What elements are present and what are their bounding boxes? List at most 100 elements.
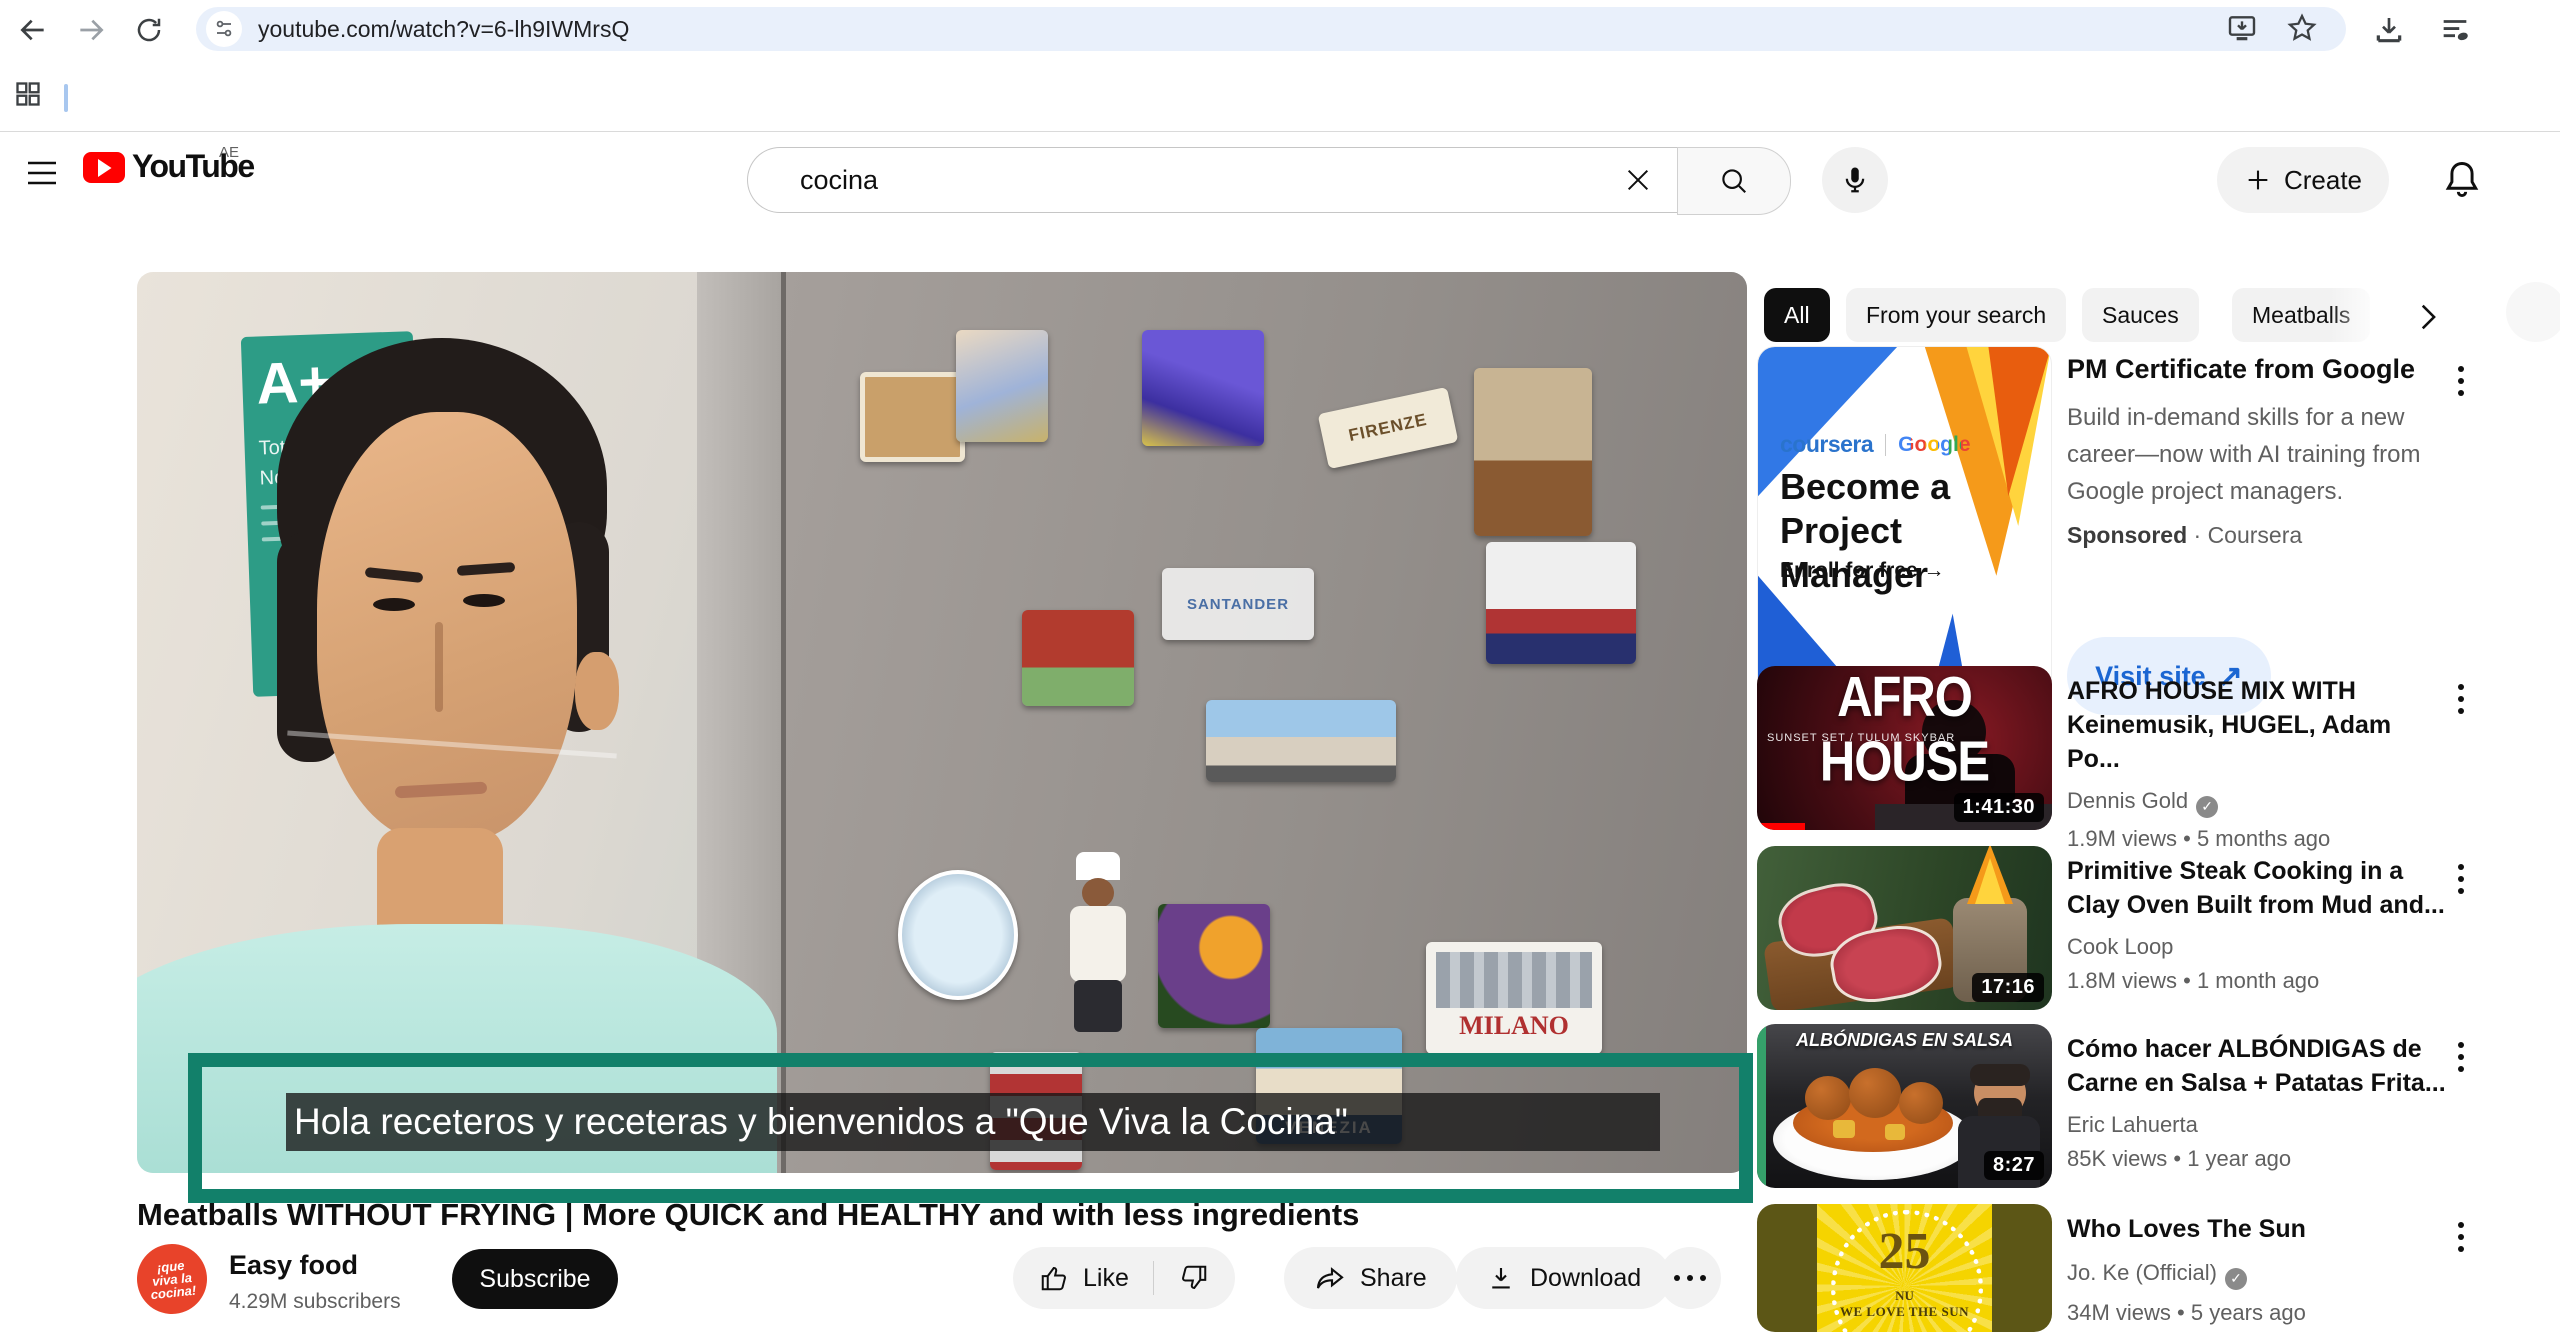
man-face [317,412,577,842]
bookmark-favicon[interactable] [64,84,68,112]
ad-desc-line3: Google project managers. [2067,478,2343,505]
reload-button[interactable] [132,13,166,47]
dislike-button[interactable] [1153,1263,1235,1293]
chip-from-your-search[interactable]: From your search [1846,288,2066,342]
search-icon [1719,166,1749,196]
subtitle-text: Hola receteros y receteras y bienvenidos… [294,1101,1348,1143]
suggested-channel[interactable]: Jo. Ke (Official)✓ [2067,1260,2447,1290]
suggested-channel[interactable]: Dennis Gold✓ [2067,788,2447,818]
ad-thumbnail[interactable]: coursera Google Become a Project Manager… [1757,346,2052,720]
chips-scroll-right-button[interactable] [2406,296,2448,338]
suggested-video-1-info[interactable]: AFRO HOUSE MIX WITH Keinemusik, HUGEL, A… [2067,674,2447,852]
suggested-thumbnail-4[interactable]: 25 NU WE LOVE THE SUN [1757,1204,2052,1332]
hamburger-icon [26,160,58,186]
man-hair [1970,1064,2030,1086]
like-button[interactable]: Like [1013,1263,1129,1293]
suggested-title[interactable]: Who Loves The Sun [2067,1212,2447,1246]
forward-button[interactable] [74,13,108,47]
downloads-button[interactable] [2372,13,2406,47]
watch-progress-bar [1757,823,1805,830]
address-bar[interactable]: youtube.com/watch?v=6-lh9IWMrsQ [196,7,2346,51]
bookmarks-bar [0,58,2560,132]
suggested-channel[interactable]: Cook Loop [2067,934,2447,960]
clear-search-button[interactable] [1598,166,1678,194]
like-dislike-pill: Like [1013,1247,1235,1309]
magnet-building [1022,610,1134,706]
url-text[interactable]: youtube.com/watch?v=6-lh9IWMrsQ [258,16,629,43]
download-button[interactable]: Download [1456,1247,1671,1309]
fridge-door: FIRENZE SANTANDER MILANO VENEZIA [781,272,1747,1173]
channel-avatar[interactable]: ¡que viva la cocina! [134,1241,211,1318]
subscribe-label: Subscribe [479,1265,590,1294]
apps-grid-button[interactable] [14,80,42,108]
back-button[interactable] [16,13,50,47]
region-label: AE [219,144,239,161]
magnet-milano: MILANO [1426,942,1602,1054]
chip-all-label: All [1784,302,1810,329]
site-info-button[interactable] [206,11,242,47]
magnet-firenze: FIRENZE [1318,387,1459,469]
youtube-logo[interactable] [83,152,125,183]
youtube-watch-page: youtube.com/watch?v=6-lh9IWMrsQ [0,0,2560,1332]
notifications-button[interactable] [2440,158,2484,202]
bookmark-star-button[interactable] [2286,12,2318,44]
chevron-right-icon [2410,300,2444,334]
search-button[interactable] [1677,147,1791,215]
create-button[interactable]: Create [2217,147,2389,213]
channel-name-text: Jo. Ke (Official) [2067,1260,2217,1285]
suggested-video-4-info[interactable]: Who Loves The Sun Jo. Ke (Official)✓ 34M… [2067,1212,2447,1326]
magnet-firenze-label: FIRENZE [1318,387,1459,469]
forward-icon [75,14,107,46]
suggested-title[interactable]: AFRO HOUSE MIX WITH Keinemusik, HUGEL, A… [2067,674,2447,776]
chip-fade [2330,286,2400,344]
chip-sauces[interactable]: Sauces [2082,288,2199,342]
suggested-thumbnail-1[interactable]: AFRO HOUSE SUNSET SET / TULUM SKYBAR 1:4… [1757,666,2052,830]
video-menu-button[interactable] [2452,1036,2470,1078]
ad-desc-line1: Build in-demand skills for a new [2067,404,2405,431]
suggested-thumbnail-3[interactable]: ALBÓNDIGAS EN SALSA 8:27 [1757,1024,2052,1188]
video-player[interactable]: FIRENZE SANTANDER MILANO VENEZIA [137,272,1747,1173]
bell-icon [2440,158,2484,202]
video-menu-button[interactable] [2452,678,2470,720]
more-horizontal-icon [1674,1275,1706,1281]
reading-list-button[interactable] [2438,13,2472,47]
ad-desc-line2: career—now with AI training from [2067,441,2420,468]
suggested-thumbnail-2[interactable]: 17:16 [1757,846,2052,1010]
flame [1957,846,2023,904]
channel-name[interactable]: Easy food [229,1250,358,1281]
chip-all[interactable]: All [1764,288,1830,342]
ad-cta-arrow-icon: → [1924,559,1945,582]
subscriber-count: 4.29M subscribers [229,1290,401,1314]
more-actions-button[interactable] [1659,1247,1721,1309]
share-icon [1314,1262,1346,1294]
install-app-button[interactable] [2226,12,2258,44]
potato-cube [1833,1120,1855,1138]
close-icon [1624,166,1652,194]
search-value[interactable]: cocina [800,165,1598,196]
man-ear [575,652,619,730]
download-icon [1486,1263,1516,1293]
guide-menu-button[interactable] [20,154,64,192]
ad-menu-button[interactable] [2452,360,2470,402]
star-icon [2286,12,2318,44]
account-avatar[interactable] [2506,282,2560,342]
meatball [1849,1068,1901,1118]
ad-text[interactable]: PM Certificate from Google Build in-dema… [2067,354,2447,549]
suggested-title[interactable]: Cómo hacer ALBÓNDIGAS de Carne en Salsa … [2067,1032,2447,1100]
magnet-luarca [898,870,1018,1000]
voice-search-button[interactable] [1822,147,1888,213]
suggested-video-2-info[interactable]: Primitive Steak Cooking in a Clay Oven B… [2067,854,2447,994]
suggested-video-3-info[interactable]: Cómo hacer ALBÓNDIGAS de Carne en Salsa … [2067,1032,2447,1172]
ad-cta[interactable]: Enroll for free → [1780,559,1945,583]
ad-title[interactable]: PM Certificate from Google [2067,354,2447,385]
thumb3-art-title: ALBÓNDIGAS EN SALSA [1757,1030,2052,1051]
magnet-madrid [1206,700,1396,782]
video-menu-button[interactable] [2452,858,2470,900]
subscribe-button[interactable]: Subscribe [452,1249,618,1309]
suggested-title[interactable]: Primitive Steak Cooking in a Clay Oven B… [2067,854,2447,922]
share-button[interactable]: Share [1284,1247,1457,1309]
video-menu-button[interactable] [2452,1216,2470,1258]
tune-icon [214,19,234,39]
suggested-channel[interactable]: Eric Lahuerta [2067,1112,2447,1138]
search-input[interactable]: cocina [747,147,1678,213]
